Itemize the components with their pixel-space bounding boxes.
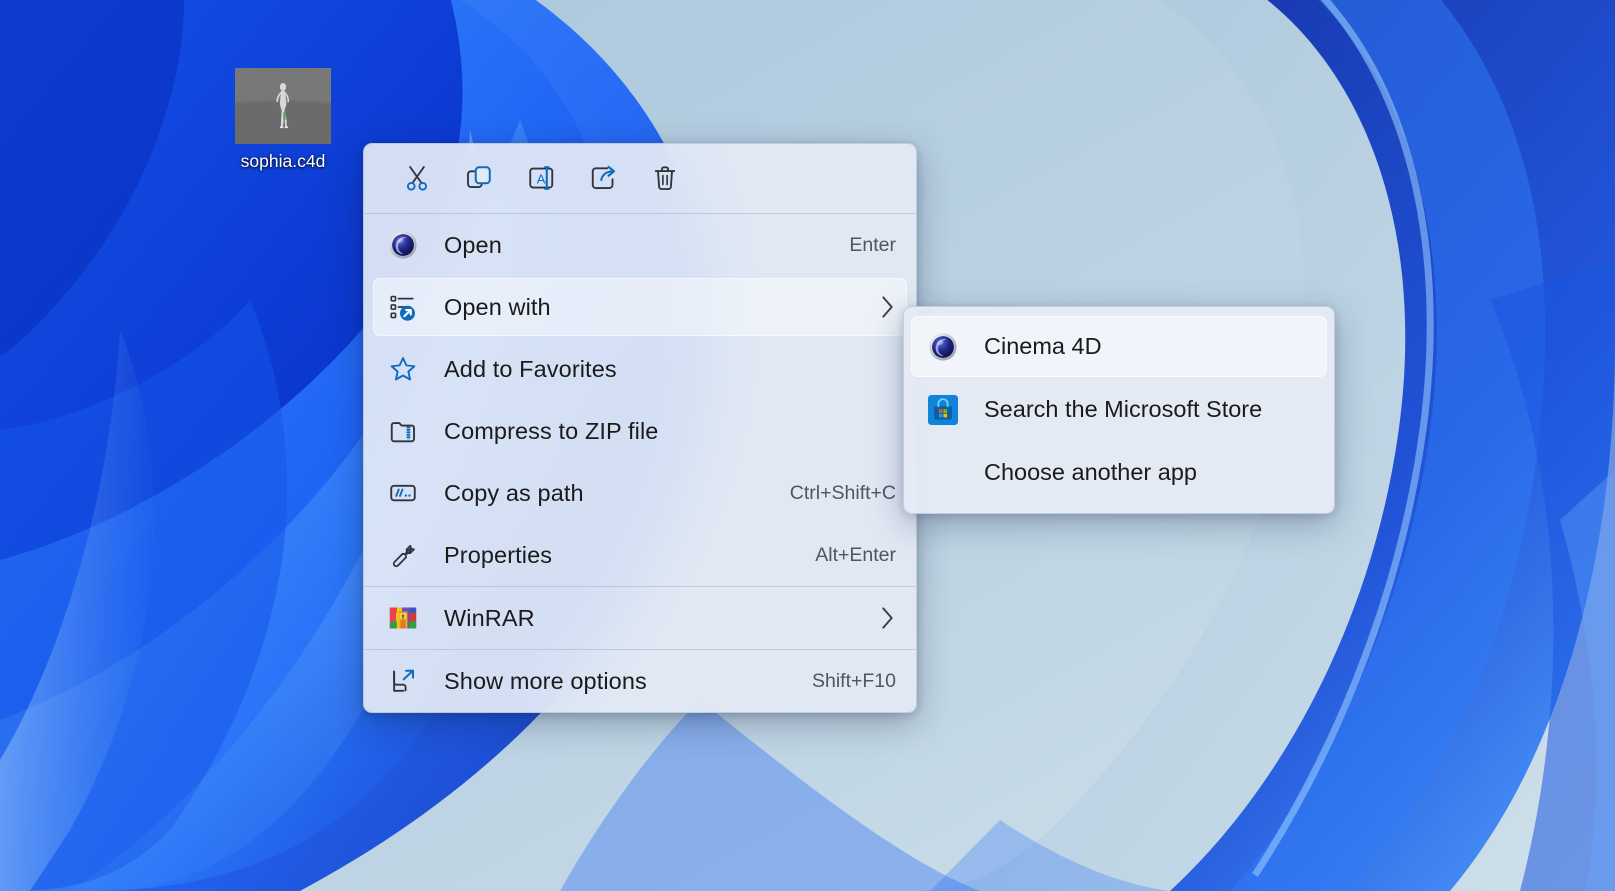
winrar-icon (386, 601, 420, 635)
zip-folder-icon (386, 414, 420, 448)
share-button[interactable] (572, 156, 634, 200)
menu-item-open-with[interactable]: Open with (364, 276, 916, 338)
menu-item-accel: Enter (849, 234, 896, 257)
menu-item-label: WinRAR (444, 605, 861, 632)
context-menu: A (363, 143, 917, 713)
scissors-icon (402, 163, 432, 193)
submenu-item-label: Search the Microsoft Store (984, 396, 1262, 423)
desktop-icon-label: sophia.c4d (241, 151, 326, 173)
submenu-item-label: Cinema 4D (984, 333, 1102, 360)
file-thumbnail[interactable] (235, 68, 331, 144)
no-icon-placeholder (926, 456, 960, 490)
submenu-item-label: Choose another app (984, 459, 1197, 486)
menu-item-show-more-options[interactable]: Show more options Shift+F10 (364, 650, 916, 712)
star-icon (386, 352, 420, 386)
copy-button[interactable] (448, 156, 510, 200)
submenu-item-cinema-4d[interactable]: Cinema 4D (904, 315, 1334, 378)
copy-icon (464, 163, 494, 193)
cut-button[interactable] (386, 156, 448, 200)
submenu-item-choose-another-app[interactable]: Choose another app (904, 441, 1334, 504)
more-options-icon (386, 664, 420, 698)
cinema4d-icon (926, 330, 960, 364)
menu-item-properties[interactable]: Properties Alt+Enter (364, 524, 916, 586)
menu-item-label: Copy as path (444, 480, 772, 507)
svg-text:A: A (537, 171, 546, 186)
menu-item-label: Open (444, 232, 831, 259)
context-menu-toolbar: A (364, 144, 916, 213)
chevron-right-icon (879, 606, 896, 630)
submenu-item-search-microsoft-store[interactable]: Search the Microsoft Store (904, 378, 1334, 441)
copy-path-icon (386, 476, 420, 510)
menu-item-copy-as-path[interactable]: Copy as path Ctrl+Shift+C (364, 462, 916, 524)
menu-item-label: Compress to ZIP file (444, 418, 896, 445)
desktop-icon-sophia[interactable]: sophia.c4d (202, 68, 364, 173)
menu-item-compress-to-zip[interactable]: Compress to ZIP file (364, 400, 916, 462)
wrench-icon (386, 538, 420, 572)
open-with-submenu: Cinema 4D Search the Microsoft Store Cho… (903, 306, 1335, 514)
chevron-right-icon (879, 295, 896, 319)
menu-item-label: Show more options (444, 668, 794, 695)
menu-item-accel: Shift+F10 (812, 670, 896, 693)
menu-item-open[interactable]: Open Enter (364, 214, 916, 276)
menu-item-accel: Ctrl+Shift+C (790, 482, 896, 505)
menu-item-label: Add to Favorites (444, 356, 896, 383)
menu-item-label: Properties (444, 542, 797, 569)
menu-item-winrar[interactable]: WinRAR (364, 587, 916, 649)
rename-button[interactable]: A (510, 156, 572, 200)
share-icon (588, 163, 618, 193)
menu-item-label: Open with (444, 294, 861, 321)
cinema4d-icon (386, 228, 420, 262)
ms-store-icon (926, 393, 960, 427)
rename-icon: A (526, 163, 556, 193)
menu-item-accel: Alt+Enter (815, 544, 896, 567)
menu-item-add-to-favorites[interactable]: Add to Favorites (364, 338, 916, 400)
trash-icon (650, 163, 680, 193)
delete-button[interactable] (634, 156, 696, 200)
open-with-icon (386, 290, 420, 324)
